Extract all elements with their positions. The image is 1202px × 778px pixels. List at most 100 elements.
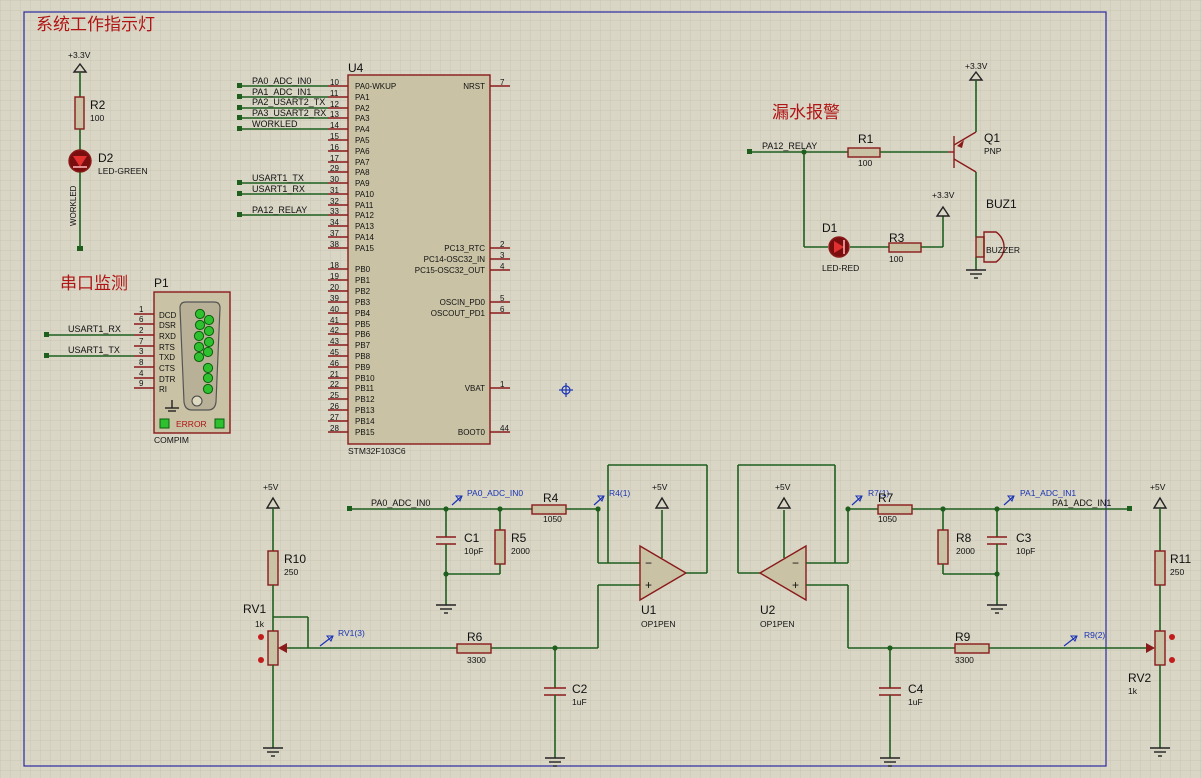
schematic-canvas[interactable]: 系统工作指示灯 串口监测 漏水报警 +3.3V R2 100 D2 LED-GR… xyxy=(0,0,1202,778)
svg-text:PA13: PA13 xyxy=(355,222,375,231)
svg-text:LED-GREEN: LED-GREEN xyxy=(98,166,148,176)
svg-text:C4: C4 xyxy=(908,682,924,696)
svg-text:28: 28 xyxy=(330,424,339,433)
svg-text:COMPIM: COMPIM xyxy=(154,435,189,445)
svg-text:+5V: +5V xyxy=(1150,482,1166,492)
net-label-usart1-tx-serial: USART1_TX xyxy=(68,345,120,355)
svg-text:PA4: PA4 xyxy=(355,125,370,134)
svg-text:PB0: PB0 xyxy=(355,265,371,274)
svg-text:15: 15 xyxy=(330,132,339,141)
svg-text:41: 41 xyxy=(330,316,339,325)
svg-text:R7: R7 xyxy=(878,491,894,505)
svg-text:PB13: PB13 xyxy=(355,406,375,415)
svg-text:100: 100 xyxy=(858,158,872,168)
svg-text:PA1: PA1 xyxy=(355,93,370,102)
svg-text:PNP: PNP xyxy=(984,146,1002,156)
svg-text:+: + xyxy=(792,578,799,592)
svg-text:PC13_RTC: PC13_RTC xyxy=(444,244,485,253)
svg-text:3300: 3300 xyxy=(467,655,486,665)
svg-text:PB4: PB4 xyxy=(355,309,371,318)
svg-text:R1: R1 xyxy=(858,132,874,146)
svg-text:10pF: 10pF xyxy=(464,546,483,556)
svg-text:16: 16 xyxy=(330,143,339,152)
svg-text:PC15-OSC32_OUT: PC15-OSC32_OUT xyxy=(415,266,485,275)
svg-text:22: 22 xyxy=(330,380,339,389)
svg-text:RV1(3): RV1(3) xyxy=(338,628,365,638)
svg-text:DTR: DTR xyxy=(159,375,176,384)
svg-text:PB12: PB12 xyxy=(355,395,375,404)
svg-text:BUZ1: BUZ1 xyxy=(986,197,1017,211)
svg-text:PB14: PB14 xyxy=(355,417,375,426)
svg-text:10: 10 xyxy=(330,78,339,87)
net-label-pa0-adc-in0-analog: PA0_ADC_IN0 xyxy=(371,498,430,508)
svg-text:BOOT0: BOOT0 xyxy=(458,428,486,437)
svg-text:4: 4 xyxy=(500,262,505,271)
svg-text:P1: P1 xyxy=(154,276,169,290)
svg-text:RV1: RV1 xyxy=(243,602,266,616)
svg-text:2: 2 xyxy=(139,326,144,335)
svg-text:45: 45 xyxy=(330,348,339,357)
svg-text:40: 40 xyxy=(330,305,339,314)
svg-text:OSCOUT_PD1: OSCOUT_PD1 xyxy=(431,309,486,318)
svg-text:7: 7 xyxy=(139,337,144,346)
svg-text:R4(1): R4(1) xyxy=(609,488,630,498)
svg-text:PB3: PB3 xyxy=(355,298,371,307)
svg-text:PA9: PA9 xyxy=(355,179,370,188)
svg-text:RXD: RXD xyxy=(159,332,176,341)
svg-text:TXD: TXD xyxy=(159,353,175,362)
svg-text:250: 250 xyxy=(1170,567,1184,577)
net-label-usart1-rx-serial: USART1_RX xyxy=(68,324,121,334)
svg-text:R9: R9 xyxy=(955,630,971,644)
svg-text:5: 5 xyxy=(500,294,505,303)
svg-text:−: − xyxy=(645,556,652,570)
svg-text:42: 42 xyxy=(330,326,339,335)
mcu-u4[interactable]: U4 STM32F103C6 10 PA0-WKUP11 PA112 PA213 PA3… xyxy=(328,61,510,456)
svg-text:3300: 3300 xyxy=(955,655,974,665)
svg-text:38: 38 xyxy=(330,240,339,249)
svg-text:+: + xyxy=(645,578,652,592)
svg-text:37: 37 xyxy=(330,229,339,238)
svg-text:RI: RI xyxy=(159,385,167,394)
svg-text:PA0-WKUP: PA0-WKUP xyxy=(355,82,396,91)
svg-text:−: − xyxy=(792,556,799,570)
svg-text:VBAT: VBAT xyxy=(465,384,485,393)
svg-text:31: 31 xyxy=(330,186,339,195)
svg-text:1: 1 xyxy=(139,305,144,314)
svg-text:+3.3V: +3.3V xyxy=(68,50,91,60)
svg-text:17: 17 xyxy=(330,154,339,163)
svg-text:2: 2 xyxy=(500,240,505,249)
svg-text:21: 21 xyxy=(330,370,339,379)
svg-text:OP1PEN: OP1PEN xyxy=(641,619,676,629)
svg-text:PA12: PA12 xyxy=(355,211,375,220)
svg-text:PB9: PB9 xyxy=(355,363,371,372)
net-label-workled-vertical: WORKLED xyxy=(69,185,78,226)
svg-text:R4: R4 xyxy=(543,491,559,505)
svg-text:26: 26 xyxy=(330,402,339,411)
title-leak-alarm: 漏水报警 xyxy=(772,103,840,122)
svg-text:20: 20 xyxy=(330,283,339,292)
svg-text:PC14-OSC32_IN: PC14-OSC32_IN xyxy=(424,255,486,264)
svg-text:PA14: PA14 xyxy=(355,233,375,242)
svg-text:PB10: PB10 xyxy=(355,374,375,383)
svg-text:18: 18 xyxy=(330,261,339,270)
svg-text:R8: R8 xyxy=(956,531,972,545)
svg-text:DSR: DSR xyxy=(159,321,176,330)
svg-text:1uF: 1uF xyxy=(572,697,587,707)
svg-text:2000: 2000 xyxy=(956,546,975,556)
svg-text:19: 19 xyxy=(330,272,339,281)
svg-text:2000: 2000 xyxy=(511,546,530,556)
svg-text:CTS: CTS xyxy=(159,364,175,373)
svg-text:1uF: 1uF xyxy=(908,697,923,707)
svg-text:32: 32 xyxy=(330,197,339,206)
svg-text:6: 6 xyxy=(500,305,505,314)
svg-text:6: 6 xyxy=(139,315,144,324)
svg-text:27: 27 xyxy=(330,413,339,422)
svg-text:C1: C1 xyxy=(464,531,480,545)
svg-text:4: 4 xyxy=(139,369,144,378)
net-label-pa0-adc-in0: PA0_ADC_IN0 xyxy=(252,76,311,86)
svg-text:PA6: PA6 xyxy=(355,147,370,156)
svg-text:30: 30 xyxy=(330,175,339,184)
svg-text:43: 43 xyxy=(330,337,339,346)
svg-text:33: 33 xyxy=(330,207,339,216)
svg-text:DCD: DCD xyxy=(159,311,177,320)
